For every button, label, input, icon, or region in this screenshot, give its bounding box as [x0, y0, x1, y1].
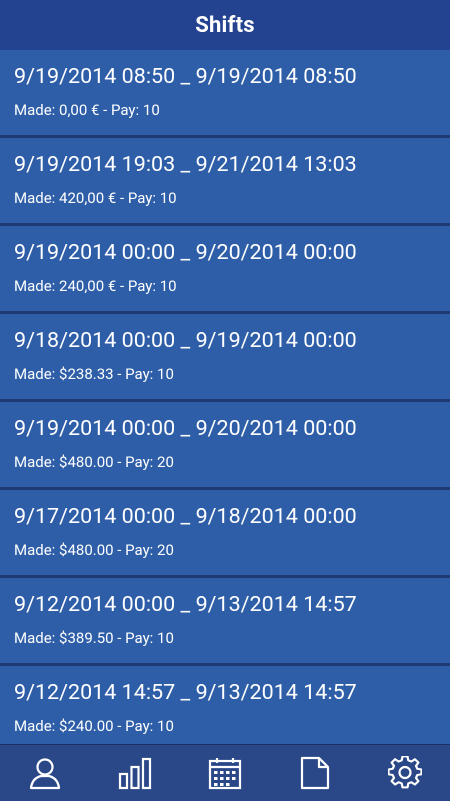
shift-made: Made: $238.33 - Pay: 10 [14, 365, 174, 383]
shift-range: 9/19/2014 19:03 _ 9/21/2014 13:03 [14, 152, 357, 177]
page-title: Shifts [195, 12, 255, 38]
shift-made: Made: $240.00 - Pay: 10 [14, 717, 174, 735]
shift-row[interactable]: 9/18/2014 00:00 _ 9/19/2014 00:00 Made: … [0, 314, 450, 402]
shift-range: 9/19/2014 00:00 _ 9/20/2014 00:00 [14, 240, 357, 265]
shift-row[interactable]: 9/19/2014 00:00 _ 9/20/2014 00:00 Made: … [0, 402, 450, 490]
shift-range: 9/12/2014 00:00 _ 9/13/2014 14:57 [14, 592, 357, 617]
shift-made: Made: 420,00 € - Pay: 10 [14, 189, 177, 207]
shift-list[interactable]: 9/19/2014 08:50 _ 9/19/2014 08:50 Made: … [0, 50, 450, 744]
nav-calendar-button[interactable] [195, 745, 255, 801]
gear-icon [388, 756, 422, 789]
app-header: Shifts [0, 0, 450, 50]
nav-report-button[interactable] [285, 745, 345, 801]
shift-made: Made: 0,00 € - Pay: 10 [14, 101, 160, 119]
shift-made: Made: $480.00 - Pay: 20 [14, 453, 174, 471]
shift-row[interactable]: 9/17/2014 00:00 _ 9/18/2014 00:00 Made: … [0, 490, 450, 578]
shift-range: 9/12/2014 14:57 _ 9/13/2014 14:57 [14, 680, 357, 705]
bottom-nav [0, 744, 450, 801]
user-icon [29, 758, 61, 790]
shift-row[interactable]: 9/19/2014 08:50 _ 9/19/2014 08:50 Made: … [0, 50, 450, 138]
shift-row[interactable]: 9/12/2014 00:00 _ 9/13/2014 14:57 Made: … [0, 578, 450, 666]
shift-made: Made: $389.50 - Pay: 10 [14, 629, 174, 647]
shift-made: Made: $480.00 - Pay: 20 [14, 541, 174, 559]
bar-chart-icon [118, 757, 152, 790]
shift-range: 9/19/2014 00:00 _ 9/20/2014 00:00 [14, 416, 357, 441]
nav-settings-button[interactable] [375, 745, 435, 801]
nav-profile-button[interactable] [15, 745, 75, 801]
nav-stats-button[interactable] [105, 745, 165, 801]
shift-row[interactable]: 9/19/2014 19:03 _ 9/21/2014 13:03 Made: … [0, 138, 450, 226]
calendar-icon [208, 758, 242, 790]
document-icon [300, 756, 330, 790]
shift-range: 9/17/2014 00:00 _ 9/18/2014 00:00 [14, 504, 357, 529]
shift-range: 9/19/2014 08:50 _ 9/19/2014 08:50 [14, 64, 357, 89]
shift-range: 9/18/2014 00:00 _ 9/19/2014 00:00 [14, 328, 357, 353]
shift-row[interactable]: 9/12/2014 14:57 _ 9/13/2014 14:57 Made: … [0, 666, 450, 744]
shift-made: Made: 240,00 € - Pay: 10 [14, 277, 177, 295]
shift-row[interactable]: 9/19/2014 00:00 _ 9/20/2014 00:00 Made: … [0, 226, 450, 314]
